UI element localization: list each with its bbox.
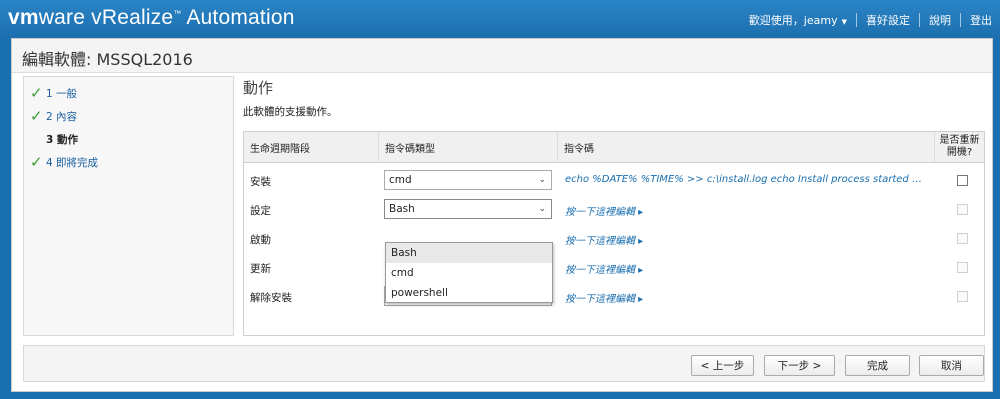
step-general[interactable]: ✓ 1 一般 (30, 84, 77, 102)
checkmark-icon: ✓ (30, 107, 43, 125)
step-ready[interactable]: ✓ 4 即將完成 (30, 153, 98, 171)
wizard-footer: < 上一步 下一步 > 完成 取消 (23, 345, 985, 382)
edit-script-link[interactable]: 按一下這裡編輯 ▸ (565, 232, 643, 247)
wizard-panel: 編輯軟體: MSSQL2016 ✓ 1 一般 ✓ 2 內容 3 動作 ✓ 4 即… (11, 38, 993, 392)
user-menu[interactable]: 歡迎使用，jeamy ▼ (749, 12, 847, 28)
actions-grid: 生命週期階段 指令碼類型 指令碼 是否重新開機? 安裝 cmd ⌄ echo %D… (243, 131, 985, 336)
dropdown-option-powershell[interactable]: powershell (386, 283, 552, 303)
script-type-select[interactable]: cmd ⌄ (384, 170, 552, 190)
reboot-checkbox[interactable] (957, 233, 968, 244)
table-row: 安裝 cmd ⌄ echo %DATE% %TIME% >> c:\install… (244, 166, 984, 195)
col-header-script[interactable]: 指令碼 (558, 132, 935, 163)
brand-product: vRealize (85, 6, 174, 29)
lifecycle-cell: 設定 (250, 205, 271, 217)
wizard-steps: ✓ 1 一般 ✓ 2 內容 3 動作 ✓ 4 即將完成 (23, 76, 234, 336)
title-bar: 編輯軟體: MSSQL2016 (12, 39, 992, 73)
col-header-reboot[interactable]: 是否重新開機? (935, 132, 984, 163)
vmware-logo: vmware vRealize™ Automation (8, 6, 295, 30)
divider (856, 13, 857, 27)
preferences-link[interactable]: 喜好設定 (866, 12, 910, 28)
edit-script-link[interactable]: 按一下這裡編輯 ▸ (565, 261, 643, 276)
checkmark-icon: ✓ (30, 84, 43, 102)
lifecycle-cell: 更新 (250, 263, 271, 275)
script-text[interactable]: echo %DATE% %TIME% >> c:\install.log ech… (565, 174, 930, 185)
table-row: 更新 按一下這裡編輯 ▸ (244, 253, 984, 282)
step-content[interactable]: ✓ 2 內容 (30, 107, 77, 125)
brand-vm: vm (8, 6, 39, 29)
reboot-checkbox[interactable] (957, 175, 968, 186)
step-label: 1 一般 (46, 87, 78, 100)
cancel-button[interactable]: 取消 (919, 355, 984, 376)
table-row: 設定 Bash ⌄ 按一下這裡編輯 ▸ (244, 195, 984, 224)
step-label: 4 即將完成 (46, 156, 99, 169)
dropdown-option-cmd[interactable]: cmd (386, 263, 552, 283)
table-row: 啟動 按一下這裡編輯 ▸ (244, 224, 984, 253)
next-button[interactable]: 下一步 > (764, 355, 835, 376)
reboot-checkbox[interactable] (957, 291, 968, 302)
step-label: 3 動作 (46, 133, 78, 146)
col-header-script-type[interactable]: 指令碼類型 (379, 132, 558, 163)
lifecycle-cell: 解除安裝 (250, 292, 292, 304)
chevron-down-icon: ⌄ (538, 204, 546, 214)
help-link[interactable]: 說明 (929, 12, 951, 28)
caret-down-icon: ▼ (841, 18, 847, 26)
col-header-lifecycle[interactable]: 生命週期階段 (244, 132, 379, 163)
script-type-dropdown: Bash cmd powershell (385, 242, 553, 303)
top-bar: vmware vRealize™ Automation 歡迎使用，jeamy ▼ … (0, 0, 1000, 38)
top-nav: 歡迎使用，jeamy ▼ 喜好設定 說明 登出 (749, 12, 992, 28)
section-title: 動作 (243, 79, 274, 97)
finish-button[interactable]: 完成 (845, 355, 910, 376)
divider (919, 13, 920, 27)
divider (960, 13, 961, 27)
page-title: 編輯軟體: MSSQL2016 (22, 50, 193, 69)
reboot-checkbox[interactable] (957, 204, 968, 215)
select-value: Bash (389, 203, 415, 215)
section-description: 此軟體的支援動作。 (243, 106, 338, 118)
logout-link[interactable]: 登出 (970, 12, 992, 28)
step-label: 2 內容 (46, 110, 78, 123)
brand-ware: ware (38, 6, 86, 29)
script-type-select[interactable]: Bash ⌄ (384, 199, 552, 219)
welcome-text: 歡迎使用，jeamy (748, 14, 838, 27)
edit-script-link[interactable]: 按一下這裡編輯 ▸ (565, 203, 643, 218)
edit-script-link[interactable]: 按一下這裡編輯 ▸ (565, 290, 643, 305)
lifecycle-cell: 啟動 (250, 234, 271, 246)
reboot-checkbox[interactable] (957, 262, 968, 273)
chevron-down-icon: ⌄ (538, 175, 546, 185)
step-actions[interactable]: 3 動作 (30, 130, 78, 148)
dropdown-option-bash[interactable]: Bash (386, 243, 552, 263)
lifecycle-cell: 安裝 (250, 176, 271, 188)
checkmark-icon: ✓ (30, 153, 43, 171)
previous-button[interactable]: < 上一步 (691, 355, 754, 376)
table-row: 解除安裝 Bash⌄ 按一下這裡編輯 ▸ (244, 282, 984, 311)
select-value: cmd (389, 174, 412, 186)
brand-suffix: Automation (181, 6, 295, 29)
